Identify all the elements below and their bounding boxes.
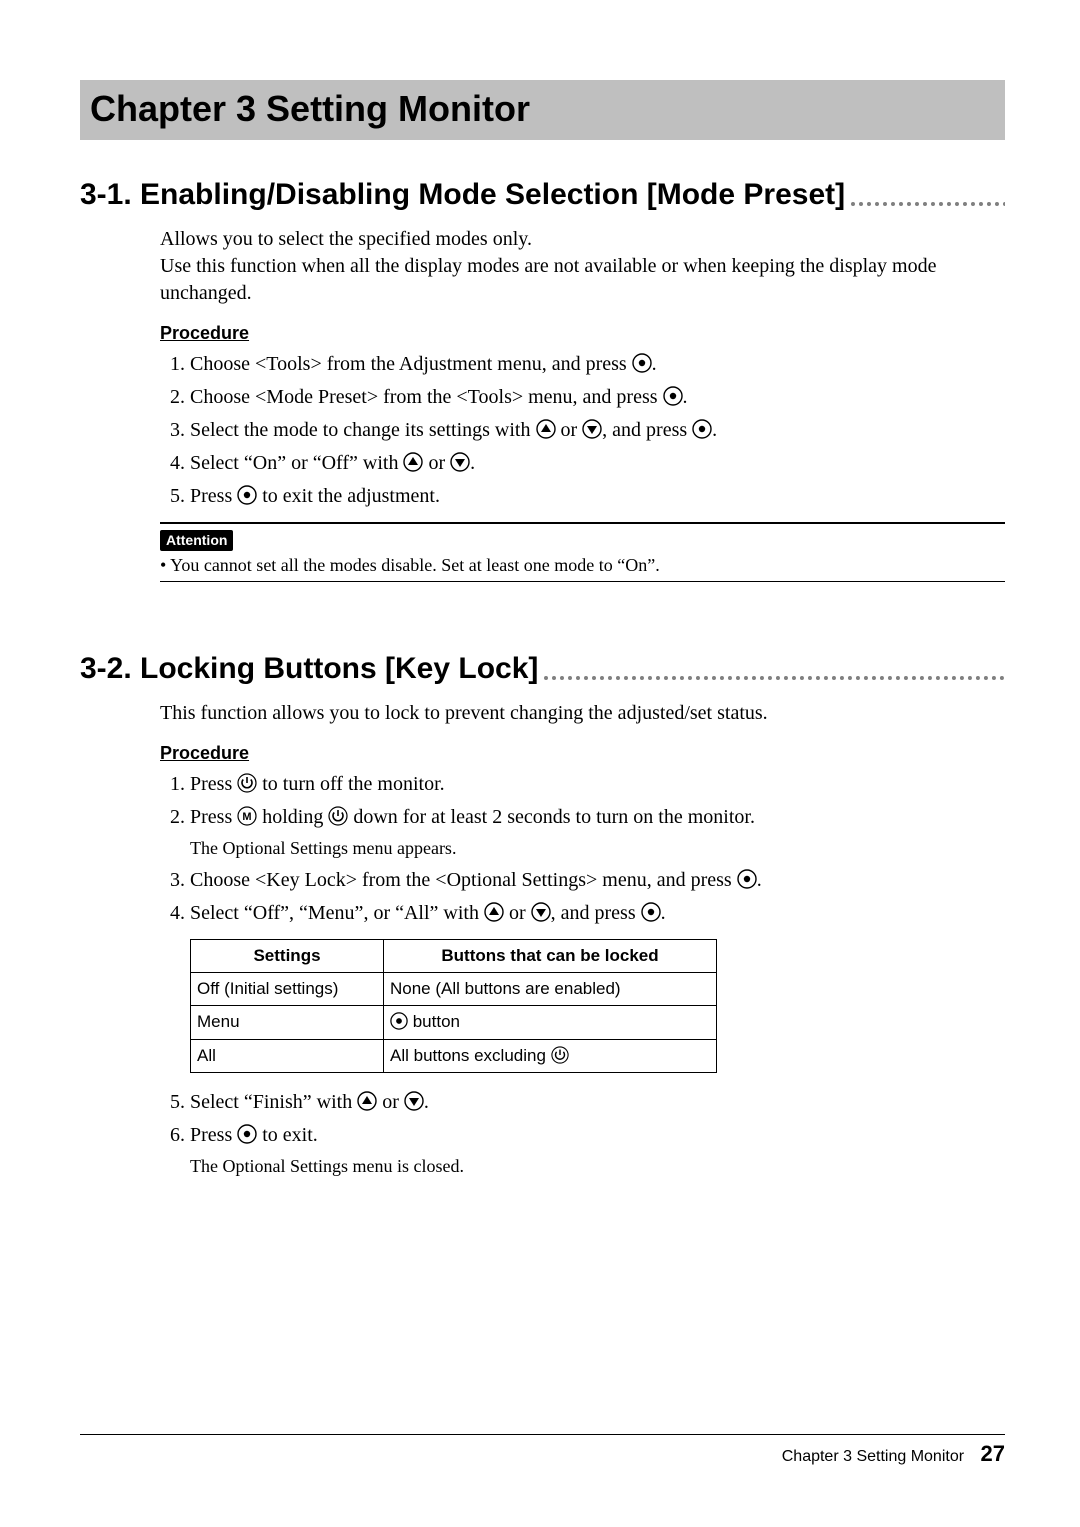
enter-icon bbox=[663, 386, 683, 406]
down-icon bbox=[450, 452, 470, 472]
up-icon bbox=[357, 1091, 377, 1111]
up-icon bbox=[536, 419, 556, 439]
table-cell: Menu bbox=[191, 1006, 384, 1039]
down-icon bbox=[582, 419, 602, 439]
mode-icon bbox=[237, 806, 257, 826]
table-cell: None (All buttons are enabled) bbox=[384, 973, 717, 1006]
enter-icon bbox=[641, 902, 661, 922]
section-title-text: 3-1. Enabling/Disabling Mode Selection [… bbox=[80, 178, 845, 211]
attention-box: Attention • You cannot set all the modes… bbox=[160, 522, 1005, 581]
down-icon bbox=[531, 902, 551, 922]
section-title-text: 3-2. Locking Buttons [Key Lock] bbox=[80, 652, 538, 685]
enter-icon bbox=[390, 1012, 408, 1030]
power-icon bbox=[237, 773, 257, 793]
enter-icon bbox=[237, 1124, 257, 1144]
page: Chapter 3 Setting Monitor 3-1. Enabling/… bbox=[0, 0, 1080, 1527]
step: Select “Finish” with or . bbox=[190, 1087, 1005, 1118]
enter-icon bbox=[632, 353, 652, 373]
procedure-label: Procedure bbox=[160, 321, 1005, 345]
attention-text: • You cannot set all the modes disable. … bbox=[160, 553, 1005, 577]
table-row: All All buttons excluding bbox=[191, 1039, 717, 1072]
up-icon bbox=[484, 902, 504, 922]
table-cell: button bbox=[384, 1006, 717, 1039]
intro-text: This function allows you to lock to prev… bbox=[160, 700, 1005, 727]
section-body-3-1: Allows you to select the specified modes… bbox=[80, 226, 1005, 582]
step: Choose <Tools> from the Adjustment menu,… bbox=[190, 349, 1005, 380]
intro-text: Allows you to select the specified modes… bbox=[160, 226, 1005, 307]
enter-icon bbox=[237, 485, 257, 505]
step: Select “On” or “Off” with or . bbox=[190, 448, 1005, 479]
step-note: The Optional Settings menu is closed. bbox=[190, 1153, 1005, 1181]
chapter-title: Chapter 3 Setting Monitor bbox=[80, 80, 1005, 140]
enter-icon bbox=[737, 869, 757, 889]
page-footer: Chapter 3 Setting Monitor 27 bbox=[80, 1434, 1005, 1467]
section-title-3-1: 3-1. Enabling/Disabling Mode Selection [… bbox=[80, 178, 1005, 212]
up-icon bbox=[403, 452, 423, 472]
step: Choose <Key Lock> from the <Optional Set… bbox=[190, 865, 1005, 896]
power-icon bbox=[551, 1046, 569, 1064]
step: Press holding down for at least 2 second… bbox=[190, 802, 1005, 863]
power-icon bbox=[328, 806, 348, 826]
table-cell: Off (Initial settings) bbox=[191, 973, 384, 1006]
step: Press to exit the adjustment. bbox=[190, 481, 1005, 512]
step: Select “Off”, “Menu”, or “All” with or ,… bbox=[190, 898, 1005, 1073]
footer-chapter: Chapter 3 Setting Monitor bbox=[782, 1448, 964, 1465]
attention-badge: Attention bbox=[160, 530, 233, 551]
step: Select the mode to change its settings w… bbox=[190, 415, 1005, 446]
section-body-3-2: This function allows you to lock to prev… bbox=[80, 700, 1005, 1181]
down-icon bbox=[404, 1091, 424, 1111]
step: Press to turn off the monitor. bbox=[190, 769, 1005, 800]
key-lock-table: Settings Buttons that can be locked Off … bbox=[190, 939, 717, 1073]
table-row: Menu button bbox=[191, 1006, 717, 1039]
table-cell: All buttons excluding bbox=[384, 1039, 717, 1072]
section-title-3-2: 3-2. Locking Buttons [Key Lock] bbox=[80, 652, 1005, 686]
page-number: 27 bbox=[981, 1441, 1005, 1466]
step-note: The Optional Settings menu appears. bbox=[190, 835, 1005, 863]
table-header: Buttons that can be locked bbox=[384, 939, 717, 972]
step: Press to exit. The Optional Settings men… bbox=[190, 1120, 1005, 1181]
procedure-list-3-1: Choose <Tools> from the Adjustment menu,… bbox=[160, 349, 1005, 512]
step: Choose <Mode Preset> from the <Tools> me… bbox=[190, 382, 1005, 413]
table-cell: All bbox=[191, 1039, 384, 1072]
table-row: Off (Initial settings) None (All buttons… bbox=[191, 973, 717, 1006]
table-header: Settings bbox=[191, 939, 384, 972]
procedure-list-3-2: Press to turn off the monitor. Press hol… bbox=[160, 769, 1005, 1181]
enter-icon bbox=[692, 419, 712, 439]
procedure-label: Procedure bbox=[160, 741, 1005, 765]
